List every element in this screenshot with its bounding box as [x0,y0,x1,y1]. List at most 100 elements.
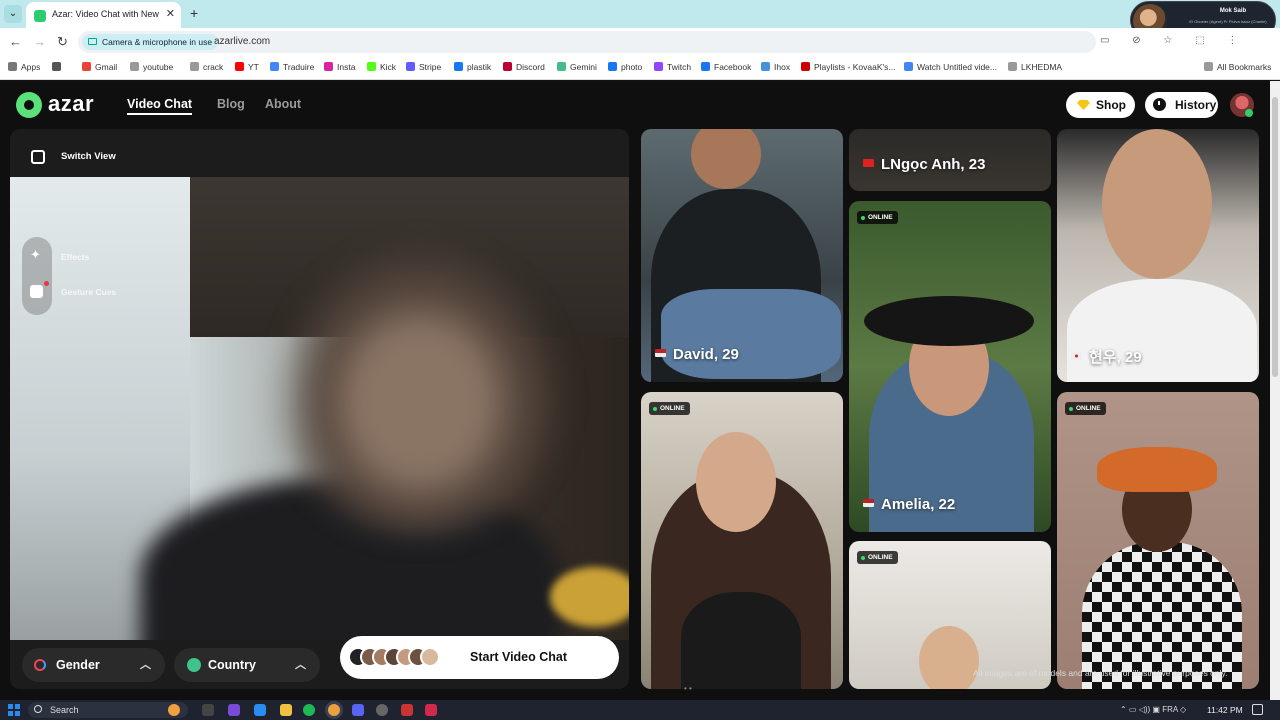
taskbar-clock[interactable]: 11:42 PM [1207,705,1243,715]
person-body [681,592,801,689]
person-head [1102,129,1212,279]
search-icon [34,705,42,713]
start-video-chat-button[interactable]: Start Video Chat [340,636,619,679]
tab-search-button[interactable]: ⌄ [4,5,22,23]
app-icon[interactable] [425,704,437,716]
bookmark-stripe[interactable]: Stripe [406,62,441,72]
new-tab-button[interactable]: + [190,5,198,21]
gender-label: Gender [56,658,100,672]
profile-card-david[interactable]: David, 29 [641,129,843,382]
bookmark-lkhedma[interactable]: LKHEDMA [1008,62,1062,72]
bookmark-crack[interactable]: crack [190,62,223,72]
effects-toolbar[interactable]: ✦ [22,237,52,315]
omnibox[interactable]: Camera & microphone in use azarlive.com [78,31,1096,53]
discord-icon[interactable] [352,704,364,716]
azar-logo-icon[interactable] [16,92,42,118]
reload-icon[interactable]: ↻ [57,34,68,50]
notification-dot [44,281,49,286]
nav-about[interactable]: About [265,97,301,111]
profile-card-glasses[interactable]: ONLINE [849,541,1051,689]
profile-card-lngoc[interactable]: LNgọc Anh, 23 [849,129,1051,191]
scrollbar-thumb[interactable] [1272,97,1278,377]
taskbar-search[interactable]: Search [28,702,188,718]
history-button[interactable]: History [1145,92,1218,118]
camera-icon [88,38,97,45]
search-highlight-icon [168,704,180,716]
start-video-chat-label: Start Video Chat [470,650,568,664]
bookmark-gmail[interactable]: Gmail [82,62,117,72]
azar-logo-text[interactable]: azar [48,91,94,117]
bookmark-gemini[interactable]: Gemini [557,62,597,72]
bookmark-traduire[interactable]: Traduire [270,62,314,72]
app-icon[interactable] [401,704,413,716]
file-explorer-icon[interactable] [280,704,292,716]
background-object [550,567,629,627]
profile-card-man-hat[interactable]: ONLINE [1057,392,1259,689]
chrome-icon[interactable] [328,704,340,716]
nav-video-chat[interactable]: Video Chat [127,97,193,115]
camera-in-use-chip[interactable]: Camera & microphone in use [82,34,219,50]
switch-view-button[interactable]: Switch View [61,151,116,162]
bookmark-plastik[interactable]: plastik [454,62,491,72]
clock-icon [1153,98,1166,111]
bookmarks-bar: Apps Gmail youtube crack YT Traduire Ins… [0,56,1280,80]
nav-blog[interactable]: Blog [217,97,245,111]
all-bookmarks[interactable]: All Bookmarks [1204,62,1271,72]
toolbar-icons[interactable]: ▭ ⊘ ☆ ⬚ ⋮ [1100,35,1247,46]
tab-close-icon[interactable]: ✕ [166,7,175,20]
edge-icon[interactable] [254,704,266,716]
search-label: Search [50,705,79,715]
forward-arrow-icon[interactable]: → [33,34,46,49]
country-label: Country [208,658,256,672]
online-badge: ONLINE [1065,402,1106,415]
profile-card-woman[interactable]: ONLINE [641,392,843,689]
avatar [420,647,440,667]
bookmark-watch[interactable]: Watch Untitled vide... [904,62,997,72]
person-head [691,129,761,189]
bookmark-ihox[interactable]: Ihox [761,62,790,72]
bookmark-insta[interactable]: Insta [324,62,355,72]
history-label: History [1175,98,1217,112]
spotify-icon[interactable] [303,704,315,716]
bookmark-playlists[interactable]: Playlists - KovaaK's... [801,62,895,72]
url-text[interactable]: azarlive.com [214,36,270,47]
gesture-cues-label[interactable]: Gesture Cues [61,287,116,297]
browser-tab[interactable]: Azar: Video Chat with New ✕ [26,2,181,28]
apps-grid-icon[interactable] [52,62,65,72]
bookmark-youtube[interactable]: youtube [130,62,173,72]
bookmark-facebook[interactable]: Facebook [701,62,751,72]
country-filter-button[interactable]: Country ︿ [174,648,320,682]
disclaimer-text: All images are of models and are used fo… [973,668,1228,678]
jeans [661,289,841,379]
hat [864,296,1034,346]
windows-start-icon[interactable] [8,704,20,716]
bookmark-kick[interactable]: Kick [367,62,396,72]
task-view-icon[interactable] [202,704,214,716]
gender-filter-button[interactable]: Gender ︿ [22,648,165,682]
bookmark-twitch[interactable]: Twitch [654,62,691,72]
back-arrow-icon[interactable]: ← [9,34,22,49]
profile-card-amelia[interactable]: ONLINE Amelia, 22 [849,201,1051,532]
online-badge: ONLINE [857,551,898,564]
bookmark-apps[interactable]: Apps [8,62,40,72]
shop-button[interactable]: Shop [1066,92,1135,118]
sparkle-icon[interactable]: ✦ [30,247,41,263]
system-tray[interactable]: ⌃ ▭ ◁)) ▣ FRA ◇ [1120,705,1186,714]
notification-icon[interactable] [1252,704,1263,715]
app-icon[interactable] [376,704,388,716]
profile-subtitle: El Ghoster (Agent) Pr Ploiva Issuz (Char… [1189,19,1267,24]
page-scrollbar[interactable] [1270,81,1280,700]
bookmark-yt[interactable]: YT [235,62,259,72]
language-indicator[interactable]: FRA [1162,705,1178,714]
browser-tab-bar: ⌄ Azar: Video Chat with New ✕ + Mok Saib… [0,0,1280,39]
bookmark-photo[interactable]: photo [608,62,642,72]
effects-label[interactable]: Effects [61,252,89,262]
switch-view-icon[interactable] [31,150,45,164]
camera-chip-label: Camera & microphone in use [102,37,213,47]
app-icon[interactable] [228,704,240,716]
us-flag-icon [863,499,874,507]
azar-page: azar Video Chat Blog About Shop History … [0,81,1270,700]
profile-card-hyunwoo[interactable]: 현우, 29 [1057,129,1259,382]
bookmark-discord[interactable]: Discord [503,62,545,72]
smiley-icon[interactable] [30,285,43,298]
